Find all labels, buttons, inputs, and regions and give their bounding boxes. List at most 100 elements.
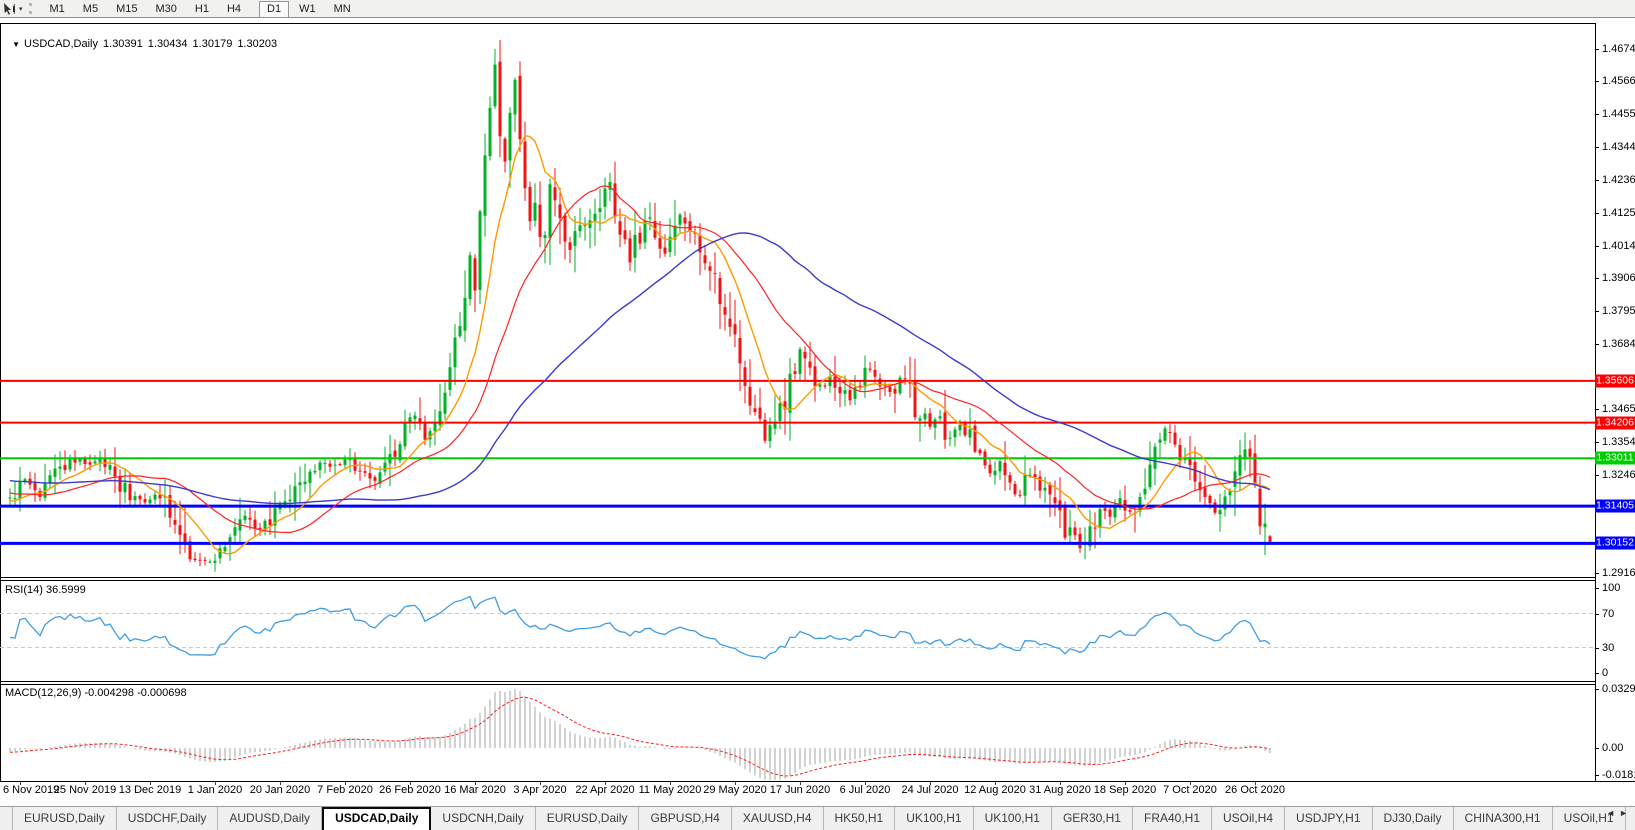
price-tick-label: 1.42360: [1602, 174, 1635, 186]
chart-tab-usdjpy-h1[interactable]: USDJPY,H1: [1285, 807, 1372, 830]
rsi-panel-bottom-border: [0, 681, 1595, 682]
price-tick-label: 1.41250: [1602, 207, 1635, 219]
price-tick-mark: [1595, 573, 1599, 574]
rsi-panel-plot[interactable]: [0, 580, 1595, 681]
chart-tab-bar: EURUSD,DailyUSDCHF,DailyAUDUSD,DailyUSDC…: [0, 806, 1635, 830]
chart-tab-gbpusd-h4[interactable]: GBPUSD,H4: [639, 807, 731, 830]
price-tick-mark: [1595, 213, 1599, 214]
moving-average-10: [10, 136, 1270, 554]
time-tick-label: 18 Sep 2020: [1094, 784, 1156, 796]
chart-tab-usoil-h4[interactable]: USOil,H4: [1212, 807, 1285, 830]
hline-price-badge: 1.34206: [1595, 416, 1635, 429]
time-tick-label: 25 Nov 2019: [54, 784, 116, 796]
price-tick-mark: [1595, 147, 1599, 148]
timeframe-button-h1[interactable]: H1: [187, 1, 217, 18]
rsi-tick-mark: [1595, 588, 1599, 589]
price-tick-label: 1.39060: [1602, 272, 1635, 284]
hline-price-badge: 1.30152: [1595, 537, 1635, 550]
macd-tick-label: 0.00: [1602, 742, 1623, 754]
timeframe-button-d1[interactable]: D1: [259, 1, 289, 18]
tab-scroll-right[interactable]: ►: [1619, 808, 1632, 818]
chart-tab-eurusd-daily[interactable]: EURUSD,Daily: [536, 807, 640, 830]
price-tick-mark: [1595, 180, 1599, 181]
macd-tick-label: 0.032972: [1602, 683, 1635, 695]
price-tick-mark: [1595, 81, 1599, 82]
main-panel-bottom-border: [0, 577, 1595, 578]
time-tick-label: 3 Apr 2020: [513, 784, 566, 796]
chart-tab-xauusd-h4[interactable]: XAUUSD,H4: [732, 807, 824, 830]
chart-tab-usdcnh-daily[interactable]: USDCNH,Daily: [431, 807, 535, 830]
chart-tab-eurusd-daily[interactable]: EURUSD,Daily: [12, 807, 117, 830]
timeframe-button-m30[interactable]: M30: [147, 1, 184, 18]
timeframe-button-m5[interactable]: M5: [75, 1, 106, 18]
chart-tab-uk100-h1[interactable]: UK100,H1: [974, 807, 1052, 830]
time-tick-label: 7 Feb 2020: [317, 784, 373, 796]
rsi-tick-label: 30: [1602, 642, 1614, 654]
time-tick-label: 7 Oct 2020: [1163, 784, 1217, 796]
chart-tab-ger30-h1[interactable]: GER30,H1: [1052, 807, 1133, 830]
price-tick-label: 1.33540: [1602, 436, 1635, 448]
chart-tab-uk100-h1[interactable]: UK100,H1: [895, 807, 973, 830]
timeframe-button-group: M1M5M15M30H1H4 D1W1MN: [41, 3, 360, 15]
bear-candle-bodies: [29, 62, 1272, 561]
chart-tab-audusd-daily[interactable]: AUDUSD,Daily: [218, 807, 322, 830]
price-tick-label: 1.44550: [1602, 108, 1635, 120]
time-tick-label: 17 Jun 2020: [770, 784, 831, 796]
timeframe-button-mn[interactable]: MN: [326, 1, 359, 18]
time-tick-label: 31 Aug 2020: [1029, 784, 1091, 796]
chevron-down-icon[interactable]: ▾: [19, 5, 23, 13]
rsi-line: [10, 597, 1270, 659]
toolbar-grip-handle[interactable]: [29, 3, 35, 14]
chart-window-bottom-border: [0, 781, 1635, 782]
macd-tick-mark: [1595, 775, 1599, 776]
time-tick-label: 1 Jan 2020: [188, 784, 242, 796]
chart-tab-usdchf-daily[interactable]: USDCHF,Daily: [117, 807, 219, 830]
macd-panel-plot[interactable]: [0, 684, 1595, 781]
timeframe-button-w1[interactable]: W1: [291, 1, 324, 18]
timeframe-button-m15[interactable]: M15: [108, 1, 145, 18]
chart-tab-fra40-h1[interactable]: FRA40,H1: [1133, 807, 1212, 830]
hline-price-badge: 1.33011: [1595, 452, 1635, 465]
chart-tab-dj30-daily[interactable]: DJ30,Daily: [1373, 807, 1454, 830]
moving-average-60: [10, 233, 1270, 503]
chart-tab-hk50-h1[interactable]: HK50,H1: [824, 807, 896, 830]
price-tick-label: 1.37950: [1602, 305, 1635, 317]
timeframe-button-h4[interactable]: H4: [219, 1, 249, 18]
time-tick-label: 11 May 2020: [639, 784, 702, 796]
price-tick-mark: [1595, 442, 1599, 443]
rsi-tick-label: 70: [1602, 608, 1614, 620]
macd-tick-mark: [1595, 748, 1599, 749]
main-chart-plot[interactable]: [0, 40, 1595, 577]
time-tick-label: 6 Nov 2019: [3, 784, 59, 796]
chart-tab-china300-h1[interactable]: CHINA300,H1: [1454, 807, 1553, 830]
price-tick-mark: [1595, 344, 1599, 345]
price-tick-label: 1.43440: [1602, 141, 1635, 153]
rsi-tick-mark: [1595, 648, 1599, 649]
price-tick-mark: [1595, 475, 1599, 476]
time-tick-label: 20 Jan 2020: [250, 784, 311, 796]
chart-tab-usdcad-daily[interactable]: USDCAD,Daily: [322, 807, 431, 830]
rsi-tick-mark: [1595, 673, 1599, 674]
price-tick-mark: [1595, 409, 1599, 410]
time-tick-label: 24 Jul 2020: [902, 784, 959, 796]
time-tick-label: 6 Jul 2020: [840, 784, 891, 796]
rsi-tick-label: 0: [1602, 667, 1608, 679]
time-tick-label: 16 Mar 2020: [444, 784, 506, 796]
bull-candle-bodies: [9, 65, 1267, 563]
price-tick-mark: [1595, 114, 1599, 115]
tab-scroll-left[interactable]: ◄: [1606, 808, 1619, 818]
price-tick-label: 1.46740: [1602, 43, 1635, 55]
price-tick-label: 1.29160: [1602, 567, 1635, 579]
price-tick-mark: [1595, 49, 1599, 50]
macd-tick-mark: [1595, 689, 1599, 690]
tab-scroll-arrows: ◄►: [1606, 808, 1632, 818]
time-tick-label: 13 Dec 2019: [119, 784, 181, 796]
top-toolbar: ▾ M1M5M15M30H1H4 D1W1MN: [0, 0, 1635, 18]
timeframe-button-m1[interactable]: M1: [42, 1, 73, 18]
time-tick-label: 22 Apr 2020: [575, 784, 634, 796]
price-tick-label: 1.36840: [1602, 338, 1635, 350]
price-tick-label: 1.32460: [1602, 469, 1635, 481]
crosshair-tool-icon[interactable]: [2, 2, 18, 15]
time-tick-label: 29 May 2020: [703, 784, 767, 796]
rsi-tick-mark: [1595, 614, 1599, 615]
